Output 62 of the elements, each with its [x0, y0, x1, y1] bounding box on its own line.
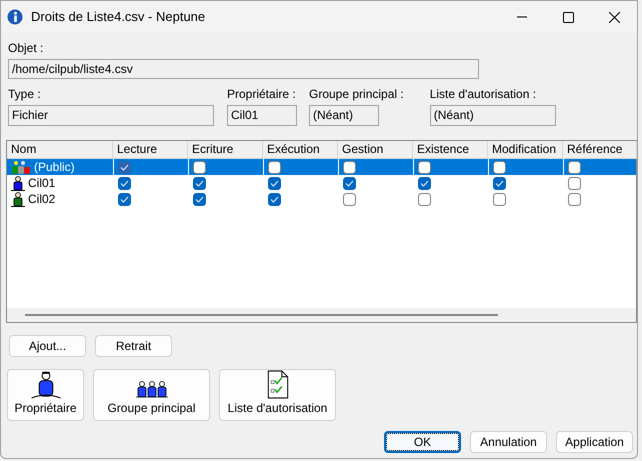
checkbox[interactable] [118, 192, 131, 206]
user-name: (Public) [34, 159, 75, 176]
field-label: Type : [8, 86, 42, 101]
group-icon [136, 379, 168, 399]
list-button[interactable]: Ajout... [9, 335, 86, 357]
checkbox[interactable] [268, 160, 281, 174]
checkbox[interactable] [343, 176, 356, 190]
column-header[interactable]: Exécution [263, 141, 338, 159]
value-field[interactable]: (Néant) [309, 105, 379, 126]
checkbox[interactable] [118, 176, 131, 190]
list-button[interactable]: Retrait [95, 335, 172, 357]
column-header[interactable]: Référence [563, 141, 637, 159]
minimize-icon[interactable] [517, 16, 527, 18]
column-header[interactable]: Lecture [113, 141, 188, 159]
column-header[interactable]: Ecriture [188, 141, 263, 159]
checkbox[interactable] [193, 192, 206, 206]
large-button[interactable]: Propriétaire [7, 369, 84, 421]
checkbox[interactable] [193, 160, 206, 174]
column-header[interactable]: Nom [7, 141, 113, 159]
value-field[interactable]: Cil01 [227, 105, 297, 126]
window-title: Droits de Liste4.csv - Neptune [31, 8, 206, 26]
dialog-button[interactable]: OK [384, 431, 461, 453]
checkbox[interactable] [493, 192, 506, 206]
user-name: Cil02 [28, 191, 56, 208]
large-button[interactable]: Liste d'autorisation [219, 369, 336, 421]
checkbox[interactable] [418, 192, 431, 206]
checkbox[interactable] [343, 160, 356, 174]
table-row[interactable]: Cil02 [7, 191, 636, 207]
checkbox[interactable] [568, 176, 581, 190]
app-icon [7, 9, 23, 25]
checkbox[interactable] [493, 160, 506, 174]
checkbox[interactable] [568, 160, 581, 174]
checkbox[interactable] [418, 176, 431, 190]
path-field[interactable]: /home/cilpub/liste4.csv [8, 59, 479, 79]
checkbox[interactable] [118, 160, 131, 174]
value-field[interactable]: (Néant) [430, 105, 556, 126]
user-name: Cil01 [28, 175, 56, 192]
close-icon[interactable] [608, 12, 620, 22]
large-button[interactable]: Groupe principal [93, 369, 210, 421]
dialog-button[interactable]: Annulation [470, 431, 547, 453]
column-header[interactable]: Modification [488, 141, 563, 159]
checkbox[interactable] [493, 176, 506, 190]
column-header[interactable]: Gestion [338, 141, 413, 159]
table-row[interactable]: Cil01 [7, 175, 636, 191]
field-label: Objet : [8, 40, 44, 55]
scrollbar-thumb[interactable] [25, 314, 498, 316]
maximize-icon[interactable] [562, 12, 574, 22]
checkbox[interactable] [568, 192, 581, 206]
field-label: Groupe principal : [309, 86, 404, 101]
checkbox[interactable] [343, 192, 356, 206]
checkbox[interactable] [193, 176, 206, 190]
checkbox[interactable] [268, 192, 281, 206]
group-icon [11, 160, 31, 174]
table-row[interactable]: (Public) [7, 159, 636, 175]
field-label: Liste d'autorisation : [430, 86, 538, 101]
column-header[interactable]: Existence [413, 141, 488, 159]
value-field[interactable]: Fichier [8, 105, 214, 126]
checklist-document-icon [266, 370, 290, 399]
checkbox[interactable] [268, 176, 281, 190]
checkbox[interactable] [418, 160, 431, 174]
field-label: Propriétaire : [227, 86, 297, 101]
dialog-button[interactable]: Application [556, 431, 633, 453]
